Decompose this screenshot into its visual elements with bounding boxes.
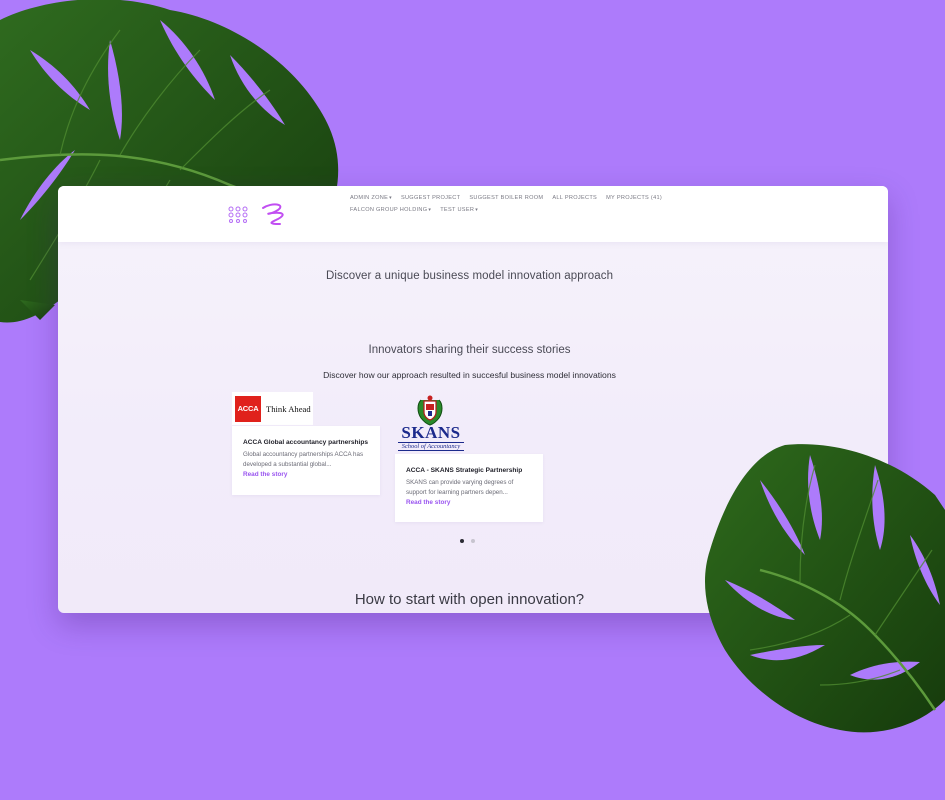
chevron-down-icon: ▾ xyxy=(475,207,479,213)
brand-scribble-logo[interactable] xyxy=(260,202,290,226)
nav-falcon-group-holding[interactable]: FALCON GROUP HOLDING▾ xyxy=(350,206,431,215)
nav-all-projects[interactable]: ALL PROJECTS xyxy=(552,194,597,203)
story-card-title: ACCA Global accountancy partnerships xyxy=(243,439,369,446)
carousel-dot-1[interactable] xyxy=(460,539,464,543)
acca-logo-mark: ACCA xyxy=(235,395,261,422)
story-card-title: ACCA - SKANS Strategic Partnership xyxy=(406,467,523,474)
stories-subtitle: Discover how our approach resulted in su… xyxy=(323,370,616,380)
stories-title: Innovators sharing their success stories xyxy=(368,344,571,356)
chevron-down-icon: ▾ xyxy=(389,195,392,201)
nav-admin-zone[interactable]: ADMIN ZONE▾ xyxy=(350,194,392,203)
nav-my-projects[interactable]: MY PROJECTS (41) xyxy=(606,194,662,203)
carousel-dots xyxy=(460,539,475,543)
hero-title: Discover a unique business model innovat… xyxy=(325,270,614,282)
monstera-leaf-bottom-right xyxy=(705,444,945,733)
carousel-dot-2[interactable] xyxy=(471,539,475,543)
acca-logo: ACCA Think Ahead xyxy=(232,392,313,425)
nav-suggest-boiler-room[interactable]: SUGGEST BOILER ROOM xyxy=(469,194,543,203)
skans-logo-tagline: School of Accountancy xyxy=(398,442,464,451)
nav-suggest-project[interactable]: SUGGEST PROJECT xyxy=(401,194,460,203)
nav-test-user[interactable]: TEST USER▾ xyxy=(440,206,478,215)
read-story-link[interactable]: Read the story xyxy=(406,498,532,508)
story-card-excerpt: SKANS can provide varying degrees of sup… xyxy=(406,479,514,496)
top-navbar: ADMIN ZONE▾ SUGGEST PROJECT SUGGEST BOIL… xyxy=(58,186,888,242)
story-card-excerpt: Global accountancy partnerships ACCA has… xyxy=(243,451,364,468)
story-card-skans[interactable]: ACCA - SKANS Strategic Partnership SKANS… xyxy=(395,454,543,522)
main-menu: ADMIN ZONE▾ SUGGEST PROJECT SUGGEST BOIL… xyxy=(350,194,680,215)
chevron-down-icon: ▾ xyxy=(428,207,432,213)
grid-logo-icon[interactable] xyxy=(228,206,248,223)
skans-logo: SKANS School of Accountancy xyxy=(396,394,466,454)
acca-logo-tagline: Think Ahead xyxy=(266,403,311,414)
skans-crest-icon xyxy=(417,395,443,426)
read-story-link[interactable]: Read the story xyxy=(243,470,369,480)
story-card-acca[interactable]: ACCA Global accountancy partnerships Glo… xyxy=(232,426,380,495)
skans-logo-mark: SKANS xyxy=(401,423,461,442)
